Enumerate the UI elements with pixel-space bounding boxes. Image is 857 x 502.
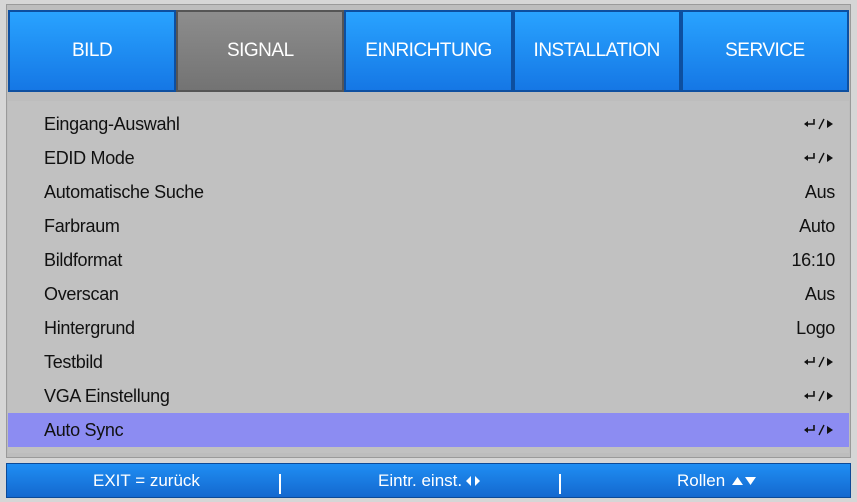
- adjust-hint: Eintr. einst.: [378, 464, 481, 497]
- menu-item-farbraum[interactable]: Farbraum Auto: [8, 209, 849, 243]
- menu-item-label: Auto Sync: [44, 419, 124, 440]
- menu-item-testbild[interactable]: Testbild: [8, 345, 849, 379]
- menu-item-auto-sync[interactable]: Auto Sync: [8, 413, 849, 447]
- menu-item-automatische-suche[interactable]: Automatische Suche Aus: [8, 175, 849, 209]
- tab-service[interactable]: SERVICE: [680, 10, 850, 92]
- menu-item-label: Testbild: [44, 351, 103, 372]
- scroll-hint: Rollen: [677, 464, 757, 497]
- menu-item-label: Farbraum: [44, 215, 120, 236]
- enter-right-icon: [803, 355, 835, 369]
- exit-hint: EXIT = zurück: [93, 470, 200, 490]
- menu-item-bildformat[interactable]: Bildformat 16:10: [8, 243, 849, 277]
- menu-item-label: Hintergrund: [44, 317, 135, 338]
- up-down-arrows-icon: [731, 475, 757, 487]
- menu-item-label: Automatische Suche: [44, 181, 204, 202]
- tab-signal[interactable]: SIGNAL: [176, 10, 345, 92]
- scroll-hint-label: Rollen: [677, 470, 726, 490]
- menu-tabs: BILD SIGNAL EINRICHTUNG INSTALLATION SER…: [8, 10, 850, 92]
- enter-right-icon: [803, 151, 835, 165]
- menu-item-hintergrund[interactable]: Hintergrund Logo: [8, 311, 849, 345]
- menu-item-value: Logo: [796, 317, 835, 338]
- menu-item-label: Eingang-Auswahl: [44, 113, 180, 134]
- menu-item-vga-einstellung[interactable]: VGA Einstellung: [8, 379, 849, 413]
- tab-installation[interactable]: INSTALLATION: [512, 10, 681, 92]
- menu-item-edid-mode[interactable]: EDID Mode: [8, 141, 849, 175]
- menu-item-label: Bildformat: [44, 249, 123, 270]
- adjust-hint-label: Eintr. einst.: [378, 470, 463, 490]
- enter-right-icon: [803, 423, 835, 437]
- menu-item-value: Aus: [804, 283, 835, 304]
- menu-item-eingang-auswahl[interactable]: Eingang-Auswahl: [8, 107, 849, 141]
- tab-einrichtung[interactable]: EINRICHTUNG: [344, 10, 513, 92]
- separator: [559, 474, 561, 494]
- left-right-arrows-icon: [465, 475, 481, 487]
- tab-bild[interactable]: BILD: [8, 10, 177, 92]
- menu-item-overscan[interactable]: Overscan Aus: [8, 277, 849, 311]
- enter-right-icon: [803, 389, 835, 403]
- menu-item-value: 16:10: [791, 249, 835, 270]
- menu-item-value: Auto: [799, 215, 835, 236]
- menu-item-label: Overscan: [44, 283, 119, 304]
- separator: [279, 474, 281, 494]
- signal-menu: Eingang-Auswahl EDID Mode Automatische S…: [8, 101, 849, 453]
- menu-item-value: Aus: [804, 181, 835, 202]
- menu-item-label: EDID Mode: [44, 147, 135, 168]
- enter-right-icon: [803, 117, 835, 131]
- menu-item-label: VGA Einstellung: [44, 385, 170, 406]
- help-bar: EXIT = zurück Eintr. einst. Rollen: [6, 463, 851, 498]
